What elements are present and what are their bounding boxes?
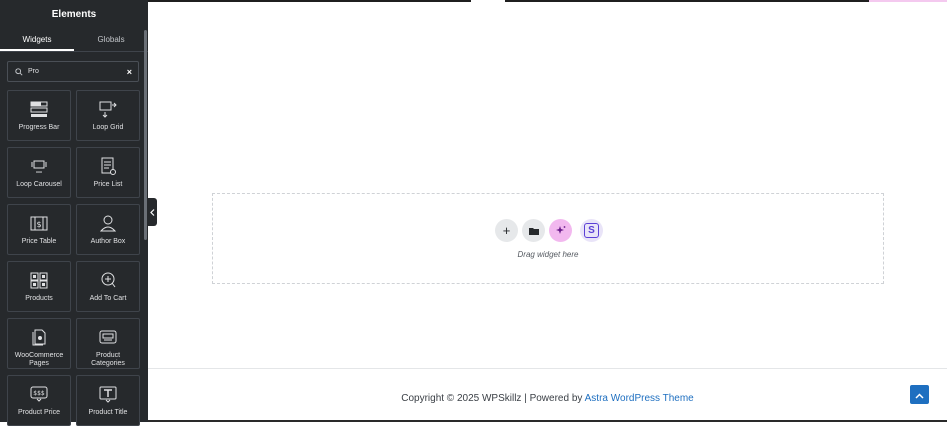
- loop-grid-icon: [98, 99, 118, 119]
- widget-label: Product Price: [17, 409, 61, 416]
- author-box-icon: [98, 213, 118, 233]
- chevron-left-icon: [150, 203, 155, 221]
- widget-label: Product Title: [88, 409, 128, 416]
- price-list-icon: [98, 156, 118, 176]
- widget-products[interactable]: Products: [7, 261, 71, 312]
- folder-icon: [528, 222, 539, 240]
- widget-label: Loop Grid: [92, 124, 124, 131]
- tab-widgets[interactable]: Widgets: [0, 30, 74, 51]
- widget-woocommerce-pages[interactable]: WooCommerce Pages: [7, 318, 71, 369]
- chevron-up-icon: [915, 386, 924, 404]
- template-library-button[interactable]: [522, 219, 545, 242]
- widget-label: Products: [25, 295, 53, 302]
- svg-text:$$$: $$$: [33, 390, 45, 397]
- panel-title: Elements: [51, 9, 97, 20]
- scroll-to-top-button[interactable]: [910, 385, 929, 404]
- add-section-button[interactable]: +: [495, 219, 518, 242]
- product-price-icon: $$$: [29, 384, 49, 404]
- products-icon: [29, 270, 49, 290]
- page-header-accent: [869, 0, 947, 2]
- widget-label: Author Box: [90, 238, 126, 245]
- elements-panel: Elements Widgets Globals × Progress Bar …: [0, 0, 148, 426]
- widget-label: Progress Bar: [18, 124, 60, 131]
- tab-globals[interactable]: Globals: [74, 30, 148, 51]
- sparkle-icon: [555, 222, 566, 240]
- progress-bar-icon: [29, 99, 49, 119]
- widget-loop-grid[interactable]: Loop Grid: [76, 90, 140, 141]
- widget-search: ×: [7, 61, 139, 82]
- widget-product-price[interactable]: $$$ Product Price: [7, 375, 71, 426]
- search-icon: [14, 67, 24, 77]
- ai-assistant-button[interactable]: [549, 219, 572, 242]
- widget-drop-zone[interactable]: + S Drag widget here: [212, 193, 884, 284]
- footer-divider: [148, 368, 947, 369]
- widget-label: Loop Carousel: [16, 181, 62, 188]
- widget-label: Price List: [93, 181, 123, 188]
- page-header-strip: [505, 0, 869, 2]
- price-table-icon: $: [29, 213, 49, 233]
- astra-theme-link[interactable]: Astra WordPress Theme: [585, 393, 694, 404]
- starter-templates-button[interactable]: S: [580, 219, 603, 242]
- product-categories-icon: [98, 327, 118, 347]
- drop-zone-hint: Drag widget here: [517, 250, 579, 259]
- panel-scrollbar[interactable]: [144, 30, 147, 240]
- widget-label: Product Categories: [91, 352, 125, 367]
- page-header-strip: [148, 0, 471, 2]
- loop-carousel-icon: [29, 156, 49, 176]
- widget-author-box[interactable]: Author Box: [76, 204, 140, 255]
- s-logo-icon: S: [584, 223, 599, 238]
- drop-zone-actions: + S: [495, 219, 603, 242]
- footer-copyright: Copyright © 2025 WPSkillz | Powered by A…: [401, 393, 694, 404]
- widget-loop-carousel[interactable]: Loop Carousel: [7, 147, 71, 198]
- plus-icon: +: [502, 223, 511, 238]
- widget-label: WooCommerce Pages: [14, 352, 64, 367]
- widget-product-categories[interactable]: Product Categories: [76, 318, 140, 369]
- add-to-cart-icon: [98, 270, 118, 290]
- svg-text:$: $: [36, 220, 41, 229]
- widget-price-table[interactable]: $ Price Table: [7, 204, 71, 255]
- widget-label: Price Table: [21, 238, 57, 245]
- search-input[interactable]: [28, 68, 127, 75]
- panel-tabs: Widgets Globals: [0, 30, 148, 52]
- woocommerce-pages-icon: [29, 327, 49, 347]
- widget-price-list[interactable]: Price List: [76, 147, 140, 198]
- collapse-panel-button[interactable]: [148, 198, 157, 226]
- widget-progress-bar[interactable]: Progress Bar: [7, 90, 71, 141]
- widget-label: Add To Cart: [89, 295, 127, 302]
- widget-add-to-cart[interactable]: Add To Cart: [76, 261, 140, 312]
- product-title-icon: [98, 384, 118, 404]
- clear-search-icon[interactable]: ×: [127, 67, 132, 77]
- widget-product-title[interactable]: Product Title: [76, 375, 140, 426]
